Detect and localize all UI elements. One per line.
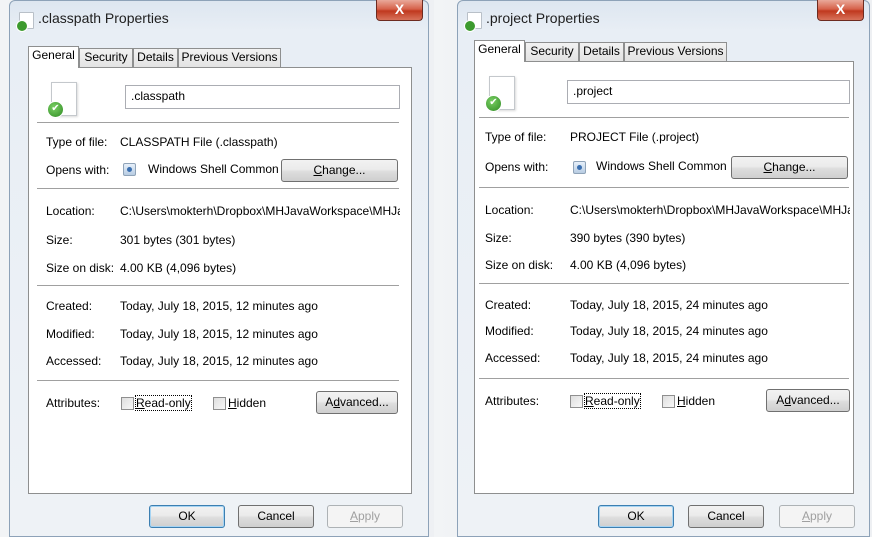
tab-security[interactable]: Security xyxy=(525,42,579,61)
modified-value: Today, July 18, 2015, 12 minutes ago xyxy=(120,327,318,341)
dialog-title: .project Properties xyxy=(486,10,600,26)
filename-field[interactable]: .project xyxy=(567,80,850,104)
tab-details[interactable]: Details xyxy=(579,42,624,61)
separator xyxy=(479,283,849,284)
tab-security[interactable]: Security xyxy=(79,48,133,67)
size-on-disk-value: 4.00 KB (4,096 bytes) xyxy=(120,261,237,275)
location-label: Location: xyxy=(485,203,534,217)
properties-dialog-classpath: .classpath Properties X General Security… xyxy=(9,0,429,537)
modified-label: Modified: xyxy=(46,327,95,341)
separator xyxy=(37,380,399,381)
size-value: 301 bytes (301 bytes) xyxy=(120,233,236,247)
title-file-icon xyxy=(464,12,482,32)
hidden-label[interactable]: Hidden xyxy=(228,396,266,410)
attributes-label: Attributes: xyxy=(485,394,540,408)
advanced-button[interactable]: Advanced... xyxy=(766,389,850,412)
document-with-check-icon: ✔ xyxy=(47,82,77,118)
separator xyxy=(37,285,399,286)
hidden-checkbox[interactable] xyxy=(662,395,675,408)
advanced-button[interactable]: Advanced... xyxy=(316,391,398,414)
title-bar[interactable]: .project Properties X xyxy=(457,0,870,36)
document-with-check-icon: ✔ xyxy=(485,76,515,112)
close-button[interactable]: X xyxy=(817,0,864,21)
close-button[interactable]: X xyxy=(376,0,423,21)
type-of-file-value: CLASSPATH File (.classpath) xyxy=(120,135,278,149)
readonly-checkbox[interactable] xyxy=(570,395,583,408)
accessed-value: Today, July 18, 2015, 12 minutes ago xyxy=(120,354,318,368)
properties-dialog-project: .project Properties X General Security D… xyxy=(457,0,870,537)
tab-previous-versions[interactable]: Previous Versions xyxy=(624,42,727,61)
separator xyxy=(37,122,399,123)
hidden-checkbox[interactable] xyxy=(213,397,226,410)
apply-button[interactable]: Apply xyxy=(327,505,403,528)
opens-with-label: Opens with: xyxy=(46,163,110,177)
modified-label: Modified: xyxy=(485,324,534,338)
ok-button[interactable]: OK xyxy=(598,505,674,528)
created-label: Created: xyxy=(46,299,93,313)
tab-details[interactable]: Details xyxy=(133,48,178,67)
hidden-label[interactable]: Hidden xyxy=(677,394,715,408)
location-value: C:\Users\mokterh\Dropbox\MHJavaWorkspace… xyxy=(570,203,850,217)
size-value: 390 bytes (390 bytes) xyxy=(570,231,686,245)
shell-app-icon xyxy=(573,161,586,174)
type-of-file-label: Type of file: xyxy=(485,130,547,144)
cancel-button[interactable]: Cancel xyxy=(688,505,764,528)
opens-with-label: Opens with: xyxy=(485,160,549,174)
size-on-disk-label: Size on disk: xyxy=(46,261,115,275)
location-value: C:\Users\mokterh\Dropbox\MHJavaWorkspace… xyxy=(120,204,400,218)
readonly-label[interactable]: Read-only xyxy=(584,393,641,409)
change-button[interactable]: Change... xyxy=(731,156,848,179)
ok-button[interactable]: OK xyxy=(149,505,225,528)
location-label: Location: xyxy=(46,204,95,218)
accessed-value: Today, July 18, 2015, 24 minutes ago xyxy=(570,351,768,365)
tab-general[interactable]: General xyxy=(28,46,79,68)
shell-app-icon xyxy=(123,163,136,176)
tab-general[interactable]: General xyxy=(474,40,525,62)
title-file-icon xyxy=(16,12,34,32)
accessed-label: Accessed: xyxy=(485,351,541,365)
readonly-checkbox[interactable] xyxy=(121,397,134,410)
created-value: Today, July 18, 2015, 12 minutes ago xyxy=(120,299,318,313)
general-panel xyxy=(474,61,854,494)
general-panel xyxy=(28,67,412,494)
size-label: Size: xyxy=(485,231,512,245)
separator xyxy=(479,117,849,118)
type-of-file-label: Type of file: xyxy=(46,135,108,149)
size-label: Size: xyxy=(46,233,73,247)
opens-with-value: Windows Shell Common xyxy=(596,159,727,173)
size-on-disk-value: 4.00 KB (4,096 bytes) xyxy=(570,258,687,272)
size-on-disk-label: Size on disk: xyxy=(485,258,554,272)
filename-field[interactable]: .classpath xyxy=(125,85,400,109)
modified-value: Today, July 18, 2015, 24 minutes ago xyxy=(570,324,768,338)
tab-previous-versions[interactable]: Previous Versions xyxy=(178,48,281,67)
separator xyxy=(479,378,849,379)
apply-button[interactable]: Apply xyxy=(779,505,855,528)
accessed-label: Accessed: xyxy=(46,354,102,368)
readonly-label[interactable]: Read-only xyxy=(135,395,192,411)
cancel-button[interactable]: Cancel xyxy=(238,505,314,528)
type-of-file-value: PROJECT File (.project) xyxy=(570,130,700,144)
attributes-label: Attributes: xyxy=(46,396,101,410)
created-value: Today, July 18, 2015, 24 minutes ago xyxy=(570,298,768,312)
opens-with-value: Windows Shell Common xyxy=(148,162,279,176)
change-button[interactable]: Change... xyxy=(281,159,398,182)
title-bar[interactable]: .classpath Properties X xyxy=(9,0,429,36)
dialog-title: .classpath Properties xyxy=(38,10,169,26)
separator xyxy=(37,188,399,189)
separator xyxy=(479,187,849,188)
created-label: Created: xyxy=(485,298,532,312)
